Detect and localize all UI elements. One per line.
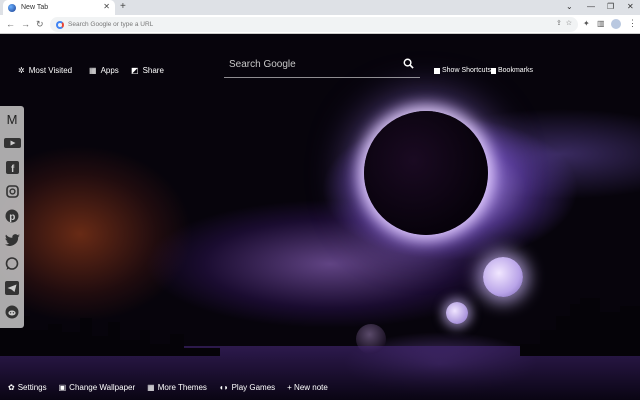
forward-icon[interactable]: → [21, 18, 30, 30]
new-tab-page: ✲ Most Visited ▦ Apps ◩ Share Show Short… [0, 34, 640, 400]
new-note-button[interactable]: + New note [287, 383, 328, 392]
profile-avatar[interactable] [611, 19, 621, 29]
search-input[interactable] [229, 59, 399, 70]
show-shortcuts-label: Show Shortcuts [442, 67, 492, 74]
shortcuts-icon [434, 67, 440, 74]
side-panel-icon[interactable]: ▥ [597, 19, 605, 29]
reddit-icon[interactable] [4, 304, 21, 321]
minimize-icon[interactable]: — [587, 2, 595, 12]
gamepad-icon: ◖◗ [218, 383, 229, 392]
themes-grid-icon: ▦ [147, 383, 155, 392]
play-games-button[interactable]: ◖◗ Play Games [219, 383, 275, 392]
most-visited-label: Most Visited [28, 66, 73, 75]
change-wallpaper-button[interactable]: ▣ Change Wallpaper [59, 383, 136, 392]
restore-icon[interactable]: ❐ [607, 2, 614, 12]
bookmarks-button[interactable]: Bookmarks [491, 67, 533, 74]
show-shortcuts-button[interactable]: Show Shortcuts [434, 67, 491, 74]
new-note-label: + New note [287, 383, 328, 392]
twitter-icon[interactable] [4, 232, 21, 249]
pinterest-icon[interactable]: p [4, 207, 21, 224]
tab-title: New Tab [21, 4, 49, 11]
omnibox[interactable]: Search Google or type a URL ⇪ ☆ [50, 17, 578, 32]
svg-text:p: p [9, 212, 15, 223]
share-label: Share [142, 66, 164, 75]
most-visited-button[interactable]: ✲ Most Visited [18, 66, 72, 75]
extensions-icon[interactable]: ✦ [583, 19, 590, 29]
bookmarks-icon [491, 67, 496, 74]
bookmark-star-icon[interactable]: ☆ [566, 20, 572, 27]
gmail-icon[interactable]: M [4, 111, 21, 128]
share-button[interactable]: ◩ Share [131, 66, 164, 75]
bookmarks-label: Bookmarks [498, 67, 534, 74]
most-visited-icon: ✲ [18, 66, 25, 75]
omnibox-placeholder: Search Google or type a URL [68, 21, 154, 28]
wallpaper-moon [483, 257, 523, 297]
settings-label: Settings [17, 383, 47, 392]
image-icon: ▣ [58, 383, 67, 392]
share-icon: ◩ [131, 66, 139, 75]
back-icon[interactable]: ← [6, 18, 15, 30]
play-games-label: Play Games [231, 383, 276, 392]
browser-toolbar: ← → ↻ Search Google or type a URL ⇪ ☆ ✦ … [0, 15, 640, 34]
telegram-icon[interactable] [4, 280, 21, 297]
google-icon [56, 20, 64, 29]
share-page-icon[interactable]: ⇪ ☆ [556, 19, 572, 27]
change-wallpaper-label: Change Wallpaper [69, 383, 136, 392]
bottom-bar: ✿ Settings ▣ Change Wallpaper ▦ More The… [8, 383, 340, 392]
apps-button[interactable]: ▦ Apps [89, 66, 119, 75]
tab-new-tab[interactable]: New Tab ✕ [3, 0, 115, 15]
chrome-menu-icon[interactable]: ⋮ [628, 18, 637, 28]
instagram-icon[interactable] [4, 183, 21, 200]
search-box [224, 56, 420, 78]
social-sidebar: M f p [0, 106, 24, 328]
apps-grid-icon: ▦ [89, 66, 97, 75]
tab-search-icon[interactable]: ⌄ [566, 2, 573, 12]
apps-label: Apps [100, 66, 119, 75]
settings-button[interactable]: ✿ Settings [8, 383, 47, 392]
whatsapp-icon[interactable] [4, 256, 21, 273]
wallpaper-eclipse [364, 111, 488, 235]
wallpaper-skyline [0, 298, 640, 356]
close-window-icon[interactable]: ✕ [627, 2, 634, 12]
search-icon[interactable] [403, 58, 414, 69]
close-tab-icon[interactable]: ✕ [103, 3, 110, 11]
chrome-favicon-icon [8, 3, 16, 12]
tab-strip: New Tab ✕ + ⌄ — ❐ ✕ [0, 0, 640, 15]
facebook-icon[interactable]: f [4, 159, 21, 176]
more-themes-button[interactable]: ▦ More Themes [147, 383, 207, 392]
reload-icon[interactable]: ↻ [36, 18, 44, 30]
youtube-icon[interactable] [3, 135, 21, 152]
gear-icon: ✿ [8, 383, 15, 392]
new-tab-button[interactable]: + [120, 1, 126, 13]
more-themes-label: More Themes [157, 383, 207, 392]
